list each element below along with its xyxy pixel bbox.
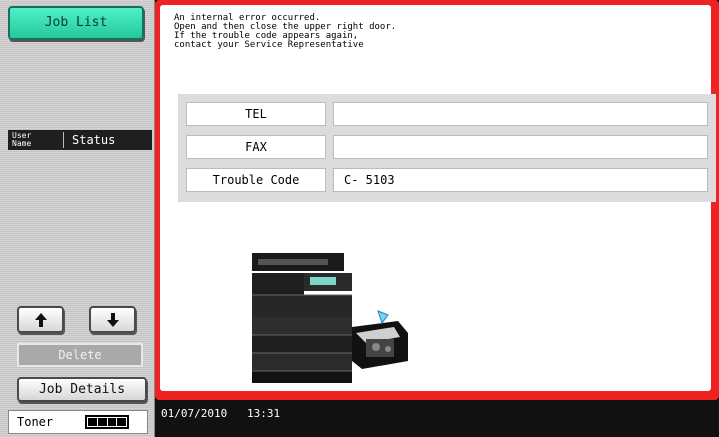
trouble-code-value: C- 5103 [333, 168, 708, 192]
status-bar: 01/07/2010 13:31 [155, 400, 719, 437]
job-list-button[interactable]: Job List [8, 6, 144, 40]
error-message: An internal error occurred. Open and the… [174, 13, 397, 50]
user-name-column-header: User Name [8, 132, 64, 148]
toner-segment [97, 418, 107, 426]
toner-segment [88, 418, 97, 426]
toner-segment [117, 418, 126, 426]
user-name-column-label: User Name [12, 131, 32, 148]
status-column-header: Status [72, 133, 116, 147]
fax-value [333, 135, 708, 159]
toner-segment [107, 418, 117, 426]
error-panel: An internal error occurred. Open and the… [155, 0, 719, 400]
delete-button[interactable]: Delete [17, 343, 143, 367]
toner-status: Toner [8, 410, 148, 434]
job-details-button[interactable]: Job Details [17, 377, 147, 402]
scroll-up-button[interactable] [17, 306, 64, 333]
tel-value [333, 102, 708, 126]
arrow-up-icon [34, 312, 47, 327]
service-info-table: TEL FAX Trouble Code C- 5103 [178, 94, 716, 202]
status-date: 01/07/2010 [161, 407, 228, 420]
toner-label: Toner [17, 415, 54, 429]
fax-label: FAX [186, 135, 326, 159]
tel-label: TEL [186, 102, 326, 126]
scroll-down-button[interactable] [89, 306, 136, 333]
job-list-header: User Name Status [8, 130, 152, 150]
printer-door-illustration [252, 253, 408, 383]
trouble-code-label: Trouble Code [186, 168, 326, 192]
arrow-down-icon [106, 312, 119, 327]
error-panel-content: An internal error occurred. Open and the… [160, 5, 716, 391]
toner-gauge [85, 415, 129, 429]
status-time: 13:31 [247, 407, 281, 420]
job-sidebar: Job List User Name Status Delete Job Det… [0, 0, 155, 437]
